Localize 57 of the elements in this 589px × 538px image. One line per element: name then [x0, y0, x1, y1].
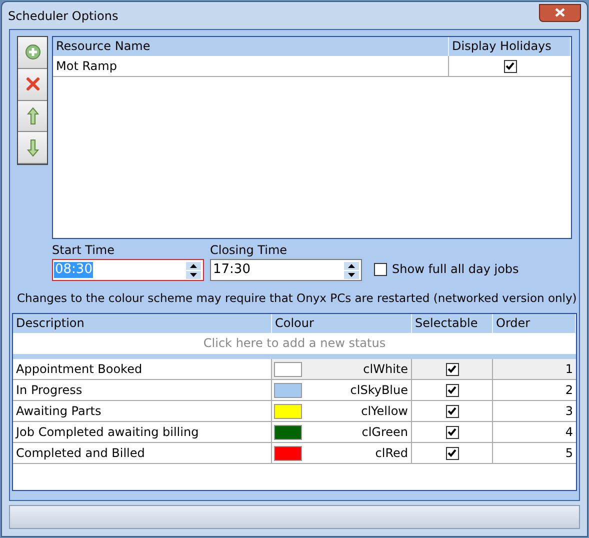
table-cell: Appointment Booked — [13, 359, 272, 379]
close-icon — [555, 8, 565, 17]
up-triangle-icon — [190, 264, 197, 268]
down-arrow-icon — [26, 138, 38, 157]
up-arrow-icon — [26, 106, 38, 125]
all-day-checkbox[interactable] — [374, 262, 387, 276]
add-icon — [24, 44, 40, 60]
spin-down-button[interactable] — [344, 270, 359, 278]
window-title: Scheduler Options — [8, 8, 118, 24]
table-cell-text: clYellow — [361, 403, 408, 420]
down-triangle-icon — [190, 272, 197, 276]
close-button[interactable] — [539, 4, 581, 22]
table-cell-text: 5 — [565, 445, 573, 462]
selectable-checkbox[interactable] — [446, 426, 458, 438]
up-triangle-icon — [348, 264, 355, 268]
checkbox-label: Show full all day jobs — [392, 261, 519, 278]
table-cell-text: clGreen — [362, 424, 408, 441]
status-row[interactable]: Appointment Booked clWhite 1 — [13, 359, 576, 380]
selectable-checkbox[interactable] — [446, 446, 458, 460]
down-triangle-icon — [348, 272, 355, 276]
toolbar-button[interactable] — [18, 37, 47, 69]
time-value: 08:30 — [54, 262, 94, 278]
table-cell: Awaiting Parts — [13, 401, 272, 421]
spin-up-button[interactable] — [344, 262, 359, 270]
table-cell-text: clWhite — [363, 361, 408, 378]
toolbar-button[interactable] — [18, 100, 47, 132]
selectable-checkbox[interactable] — [446, 384, 458, 396]
delete-icon — [24, 76, 40, 92]
toolbar-button[interactable] — [18, 132, 47, 164]
selectable-checkbox[interactable] — [446, 404, 458, 418]
column-header: Order — [493, 314, 576, 333]
time-label: Closing Time — [210, 243, 288, 257]
table-cell: Mot Ramp — [53, 56, 449, 76]
status-row[interactable]: In Progress clSkyBlue 2 — [13, 380, 576, 401]
spin-up-button[interactable] — [186, 262, 201, 270]
table-cell: Job Completed awaiting billing — [13, 422, 272, 442]
column-header: Display Holidays — [449, 37, 571, 56]
time-label: Start Time — [52, 243, 116, 257]
table-cell-text: clRed — [375, 445, 408, 462]
column-header: Selectable — [412, 314, 493, 333]
status-row[interactable]: Awaiting Parts clYellow 3 — [13, 401, 576, 422]
time-value: 17:30 — [212, 262, 252, 278]
table-cell-text: clSkyBlue — [350, 382, 408, 399]
toolbar-button[interactable] — [18, 68, 47, 100]
column-header: Colour — [272, 314, 412, 333]
status-row[interactable]: Completed and Billed clRed 5 — [13, 443, 576, 464]
table-cell-text: 3 — [565, 403, 573, 420]
column-header: Resource Name — [53, 37, 449, 56]
spin-down-button[interactable] — [186, 270, 201, 278]
status-row[interactable]: Job Completed awaiting billing clGreen 4 — [13, 422, 576, 443]
holiday-checkbox[interactable] — [504, 60, 516, 72]
table-cell-text: 2 — [565, 382, 573, 399]
table-cell-text: 1 — [565, 361, 573, 378]
selectable-checkbox[interactable] — [446, 362, 458, 376]
table-cell-text: 4 — [565, 424, 573, 441]
column-header: Description — [13, 314, 272, 333]
time-field[interactable]: 17:30 — [210, 259, 362, 281]
